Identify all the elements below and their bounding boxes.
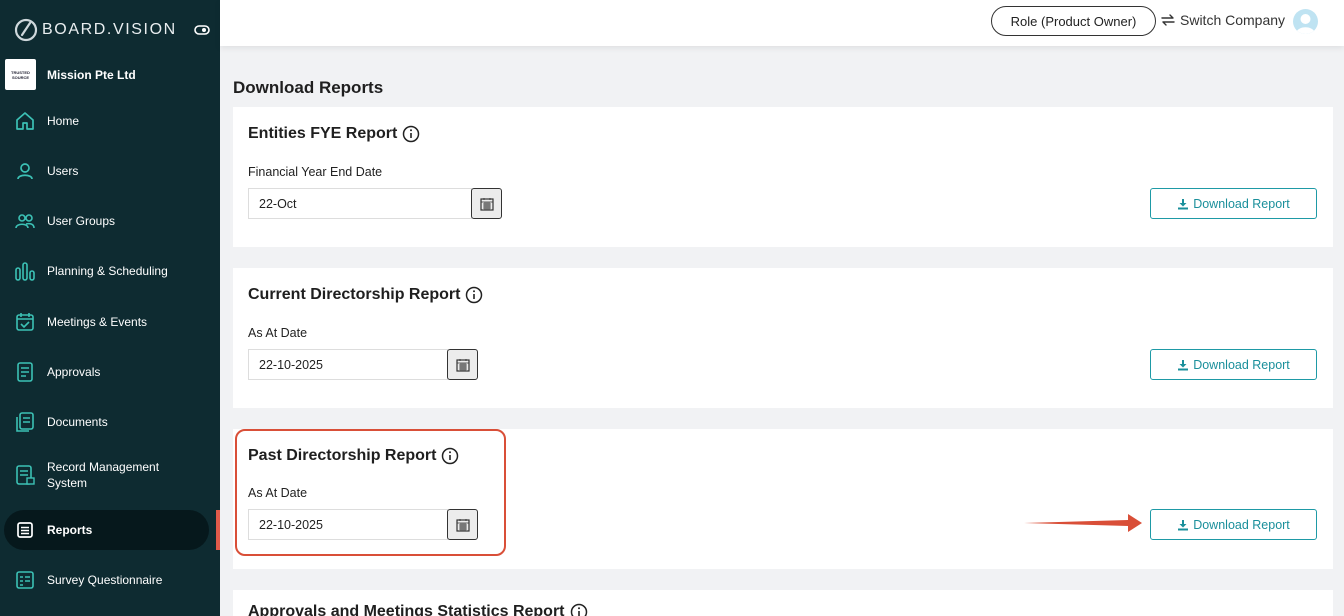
sidebar-item-meetings-events[interactable]: Meetings & Events (4, 302, 209, 342)
switch-icon (1161, 14, 1175, 26)
brand-name: BOARD.VISION (42, 21, 177, 38)
active-nav-indicator (216, 510, 220, 550)
card-title: Entities FYE Report (248, 125, 420, 143)
calendar-icon (479, 197, 494, 211)
user-icon (17, 163, 33, 180)
report-card-current-directorship: Current Directorship Report As At Date D… (233, 268, 1333, 408)
report-card-entities-fye: Entities FYE Report Financial Year End D… (233, 107, 1333, 247)
sidebar-item-users[interactable]: Users (4, 151, 209, 191)
sidebar-item-label: Planning & Scheduling (47, 264, 168, 278)
topbar: Role (Product Owner) Switch Company (220, 0, 1344, 46)
sidebar-item-label: Survey Questionnaire (47, 573, 163, 587)
download-icon (1178, 519, 1189, 530)
sidebar-item-home[interactable]: Home (4, 101, 209, 141)
card-title-text: Entities FYE Report (248, 125, 398, 142)
info-icon[interactable] (402, 125, 420, 143)
switch-company-button[interactable]: Switch Company (1160, 12, 1285, 28)
sidebar-item-planning-scheduling[interactable]: Planning & Scheduling (4, 251, 209, 291)
sidebar-item-label: Documents (47, 415, 108, 429)
sidebar-item-label: Users (47, 164, 79, 178)
sidebar-item-reports[interactable]: Reports (4, 510, 209, 550)
bar-chart-icon (15, 262, 35, 281)
sidebar-item-survey-questionnaire[interactable]: Survey Questionnaire (4, 560, 209, 600)
switch-company-label: Switch Company (1180, 12, 1286, 28)
sidebar-item-label: Approvals (47, 365, 101, 379)
report-card-approvals-meetings-statistics: Approvals and Meetings Statistics Report (233, 590, 1333, 616)
company-name: Mission Pte Ltd (47, 67, 136, 82)
sidebar-item-label: Reports (47, 523, 93, 537)
info-icon[interactable] (465, 286, 483, 304)
download-report-button[interactable]: Download Report (1150, 349, 1317, 380)
record-icon (16, 465, 35, 485)
company-logo: TRUSTED SOURCE (5, 59, 36, 90)
sidebar-item-label: User Groups (47, 214, 116, 228)
card-title-text: Approvals and Meetings Statistics Report (248, 603, 565, 616)
sidebar-item-user-groups[interactable]: User Groups (4, 201, 209, 241)
fye-date-input[interactable] (248, 188, 472, 219)
home-icon (16, 112, 34, 130)
current-directorship-date-input[interactable] (248, 349, 448, 380)
download-report-label: Download Report (1193, 357, 1290, 372)
arrow-annotation-icon (1024, 514, 1142, 532)
card-title: Approvals and Meetings Statistics Report (248, 603, 588, 616)
sidebar: BOARD.VISION TRUSTED SOURCE Mission Pte … (0, 0, 220, 616)
calendar-check-icon (16, 313, 34, 331)
role-button[interactable]: Role (Product Owner) (991, 6, 1156, 36)
reports-icon (17, 522, 33, 538)
download-icon (1178, 198, 1189, 209)
user-group-icon (15, 214, 35, 229)
survey-icon (16, 571, 34, 589)
document-icon (17, 362, 33, 382)
avatar[interactable] (1293, 9, 1318, 34)
download-report-label: Download Report (1193, 517, 1290, 532)
calendar-icon (455, 358, 470, 372)
sidebar-item-documents[interactable]: Documents (4, 402, 209, 442)
company-logo-text-2: SOURCE (11, 74, 30, 80)
info-icon[interactable] (570, 603, 588, 616)
card-title: Current Directorship Report (248, 286, 483, 304)
calendar-button[interactable] (447, 349, 478, 380)
card-title-text: Current Directorship Report (248, 286, 461, 303)
page-title: Download Reports (233, 78, 384, 97)
eye-toggle-icon[interactable] (194, 22, 210, 38)
download-report-button[interactable]: Download Report (1150, 509, 1317, 540)
brand-logo[interactable]: BOARD.VISION (14, 18, 210, 42)
sidebar-item-label: Record Management System (47, 460, 160, 490)
avatar-icon (1296, 14, 1315, 34)
documents-icon (16, 412, 34, 432)
field-label: Financial Year End Date (248, 165, 383, 179)
sidebar-item-approvals[interactable]: Approvals (4, 352, 209, 392)
download-report-label: Download Report (1193, 196, 1290, 211)
sidebar-item-record-management[interactable]: Record Management System (4, 455, 209, 495)
highlight-box (235, 429, 506, 556)
download-icon (1178, 359, 1189, 370)
download-report-button[interactable]: Download Report (1150, 188, 1317, 219)
sidebar-item-label: Meetings & Events (47, 315, 148, 329)
calendar-button[interactable] (471, 188, 502, 219)
board-vision-logo-icon (14, 18, 38, 42)
company-selector[interactable]: TRUSTED SOURCE Mission Pte Ltd (5, 59, 136, 90)
sidebar-item-label: Home (47, 114, 80, 128)
field-label: As At Date (248, 326, 308, 340)
